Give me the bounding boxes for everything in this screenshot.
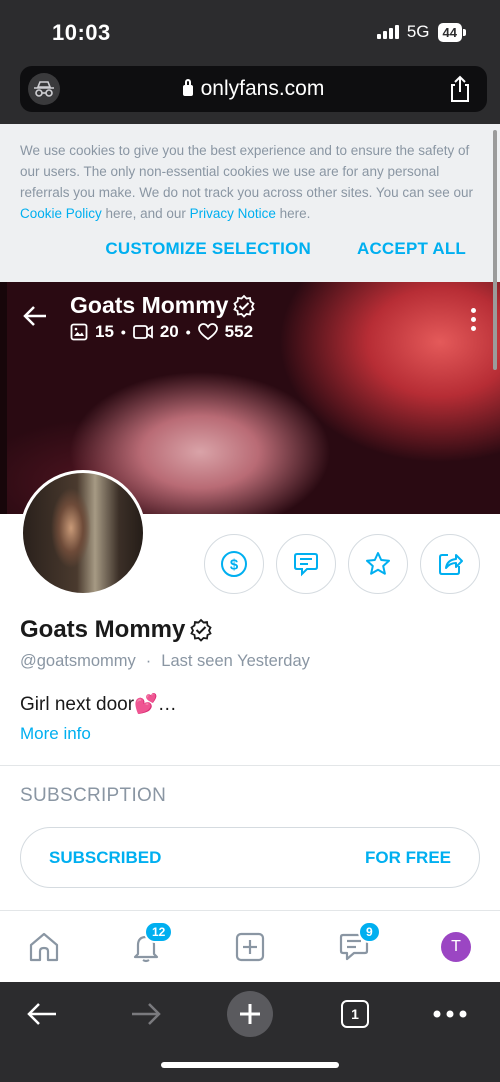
svg-text:$: $ bbox=[230, 557, 239, 574]
profile-actions: $ bbox=[204, 534, 480, 594]
heart-icon bbox=[197, 323, 218, 341]
forward-icon[interactable] bbox=[126, 992, 166, 1036]
status-time: 10:03 bbox=[52, 20, 111, 45]
plus-icon bbox=[227, 991, 273, 1037]
video-icon bbox=[132, 325, 153, 339]
profile-name: Goats Mommy bbox=[20, 616, 213, 644]
cover-title: Goats Mommy bbox=[70, 292, 256, 319]
lock-icon bbox=[182, 79, 193, 96]
user-avatar: T bbox=[441, 932, 471, 962]
notifications-badge: 12 bbox=[144, 921, 174, 943]
videos-count: 20 bbox=[159, 322, 179, 341]
subscription-price: FOR FREE bbox=[365, 848, 451, 867]
status-indicators: 5G 44 bbox=[376, 22, 466, 42]
message-button[interactable] bbox=[276, 534, 336, 594]
image-icon bbox=[70, 323, 88, 341]
url-text: onlyfans.com bbox=[200, 77, 325, 100]
share-profile-icon bbox=[439, 554, 463, 575]
user-menu[interactable]: T bbox=[436, 927, 476, 967]
battery-level: 44 bbox=[437, 22, 462, 42]
bottom-nav: 12 9 T bbox=[0, 910, 500, 982]
browser-header: onlyfans.com bbox=[0, 66, 500, 124]
subscribed-button[interactable]: SUBSCRIBED FOR FREE bbox=[20, 827, 480, 888]
battery-icon: 44 bbox=[437, 22, 466, 42]
share-icon[interactable] bbox=[447, 75, 473, 103]
customize-selection-button[interactable]: CUSTOMIZE SELECTION bbox=[105, 239, 311, 259]
home-icon[interactable] bbox=[24, 927, 64, 967]
cookie-message: We use cookies to give you the best expe… bbox=[20, 143, 473, 221]
add-post-icon[interactable] bbox=[230, 927, 270, 967]
dollar-icon: $ bbox=[221, 551, 247, 577]
ellipsis-icon[interactable] bbox=[430, 992, 470, 1036]
favorite-button[interactable] bbox=[348, 534, 408, 594]
tip-button[interactable]: $ bbox=[204, 534, 264, 594]
divider bbox=[0, 765, 500, 766]
profile-name-text: Goats Mommy bbox=[20, 616, 186, 643]
profile-handle: @goatsmommy bbox=[20, 652, 136, 670]
cover-stats: 15 • 20 • 552 bbox=[70, 322, 253, 342]
back-icon[interactable] bbox=[22, 992, 62, 1036]
address-bar[interactable]: onlyfans.com bbox=[20, 66, 487, 112]
cover-name: Goats Mommy bbox=[70, 292, 229, 318]
scrollbar[interactable] bbox=[493, 130, 497, 370]
tabs-button[interactable]: 1 bbox=[340, 992, 370, 1036]
message-icon bbox=[294, 553, 318, 577]
share-profile-button[interactable] bbox=[420, 534, 480, 594]
verified-icon bbox=[233, 294, 256, 318]
status-bar: 10:03 5G 44 bbox=[0, 0, 500, 66]
tab-count: 1 bbox=[341, 1000, 369, 1028]
accept-all-button[interactable]: ACCEPT ALL bbox=[357, 239, 466, 259]
profile-bio: Girl next door💕… bbox=[20, 694, 177, 715]
likes-count: 552 bbox=[224, 322, 254, 341]
url-display[interactable]: onlyfans.com bbox=[20, 77, 487, 101]
signal-icon bbox=[376, 25, 399, 39]
profile-handle-row: @goatsmommy · Last seen Yesterday bbox=[20, 652, 310, 670]
back-arrow-icon[interactable] bbox=[22, 304, 48, 328]
more-vertical-icon[interactable] bbox=[471, 308, 476, 331]
privacy-notice-link[interactable]: Privacy Notice bbox=[190, 206, 276, 221]
new-tab-button[interactable] bbox=[226, 991, 274, 1037]
cookie-policy-link[interactable]: Cookie Policy bbox=[20, 206, 102, 221]
cookie-banner: We use cookies to give you the best expe… bbox=[0, 124, 500, 282]
photos-count: 15 bbox=[95, 322, 114, 341]
home-indicator bbox=[161, 1062, 339, 1068]
network-type: 5G bbox=[406, 22, 430, 41]
verified-icon bbox=[190, 618, 213, 642]
star-icon bbox=[366, 552, 390, 575]
messages-nav[interactable]: 9 bbox=[334, 921, 381, 967]
last-seen: Last seen Yesterday bbox=[161, 652, 310, 670]
subscription-heading: SUBSCRIPTION bbox=[20, 785, 167, 806]
notifications-nav[interactable]: 12 bbox=[126, 921, 174, 967]
more-info-link[interactable]: More info bbox=[20, 724, 91, 744]
messages-badge: 9 bbox=[358, 921, 381, 943]
subscription-status: SUBSCRIBED bbox=[49, 848, 162, 867]
avatar[interactable] bbox=[20, 470, 146, 596]
